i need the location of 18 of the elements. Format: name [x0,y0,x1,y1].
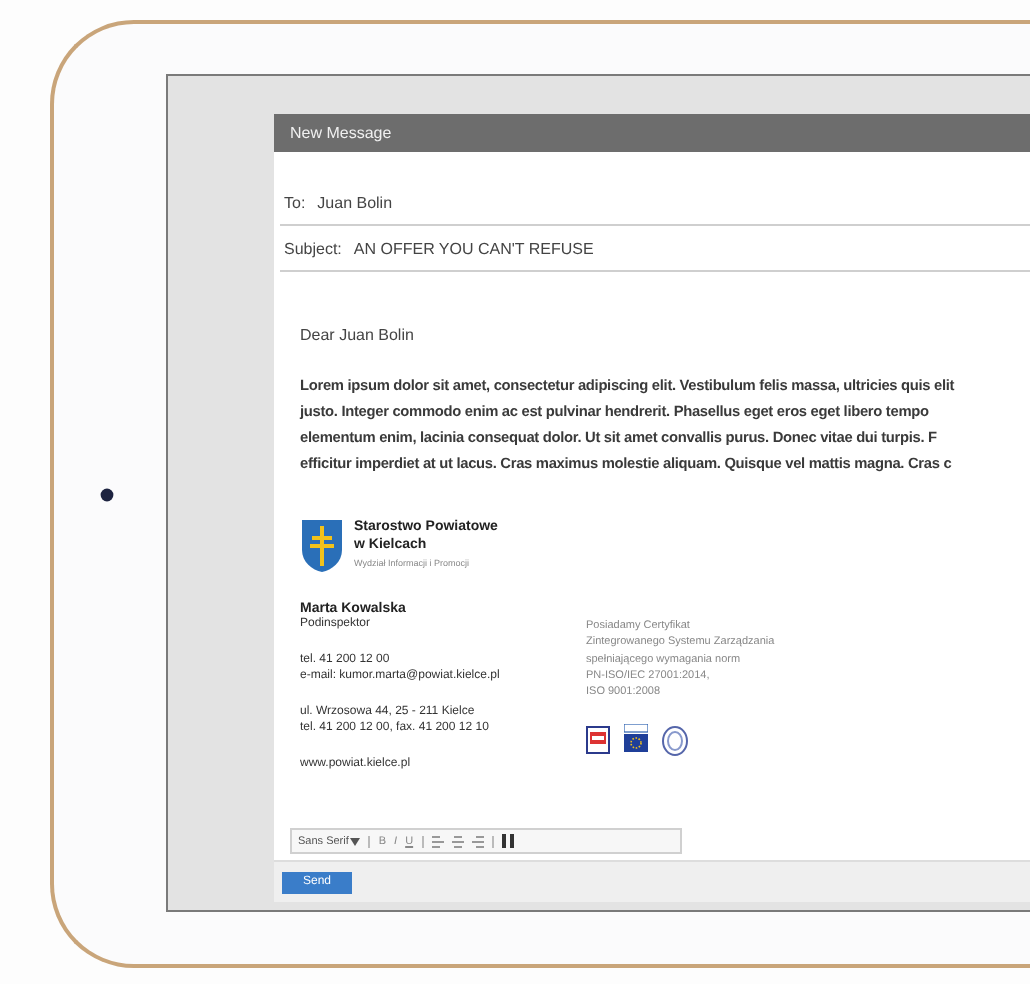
align-center-button[interactable] [451,835,464,847]
field-label: To: [284,193,306,211]
seal-icon [662,725,688,756]
certificate-badge-icon [586,726,610,755]
field-label: Subject: [284,239,342,257]
quote-button[interactable] [501,834,514,848]
shield-cross-icon [300,518,344,574]
greeting-text: Dear Juan Bolin [300,326,416,344]
window-title: New Message [290,124,392,142]
field-value: Juan Bolin [317,193,393,211]
caret-icon [350,837,361,845]
to-field[interactable]: To: Juan Bolin [280,180,1030,226]
field-value: AN OFFER YOU CAN'T REFUSE [353,239,594,257]
align-right-button[interactable] [471,835,484,847]
align-left-button[interactable] [431,835,444,847]
camera-icon [99,487,113,501]
certificate-badge-icon [624,724,648,757]
subject-field[interactable]: Subject: AN OFFER YOU CAN'T REFUSE [280,226,1030,272]
